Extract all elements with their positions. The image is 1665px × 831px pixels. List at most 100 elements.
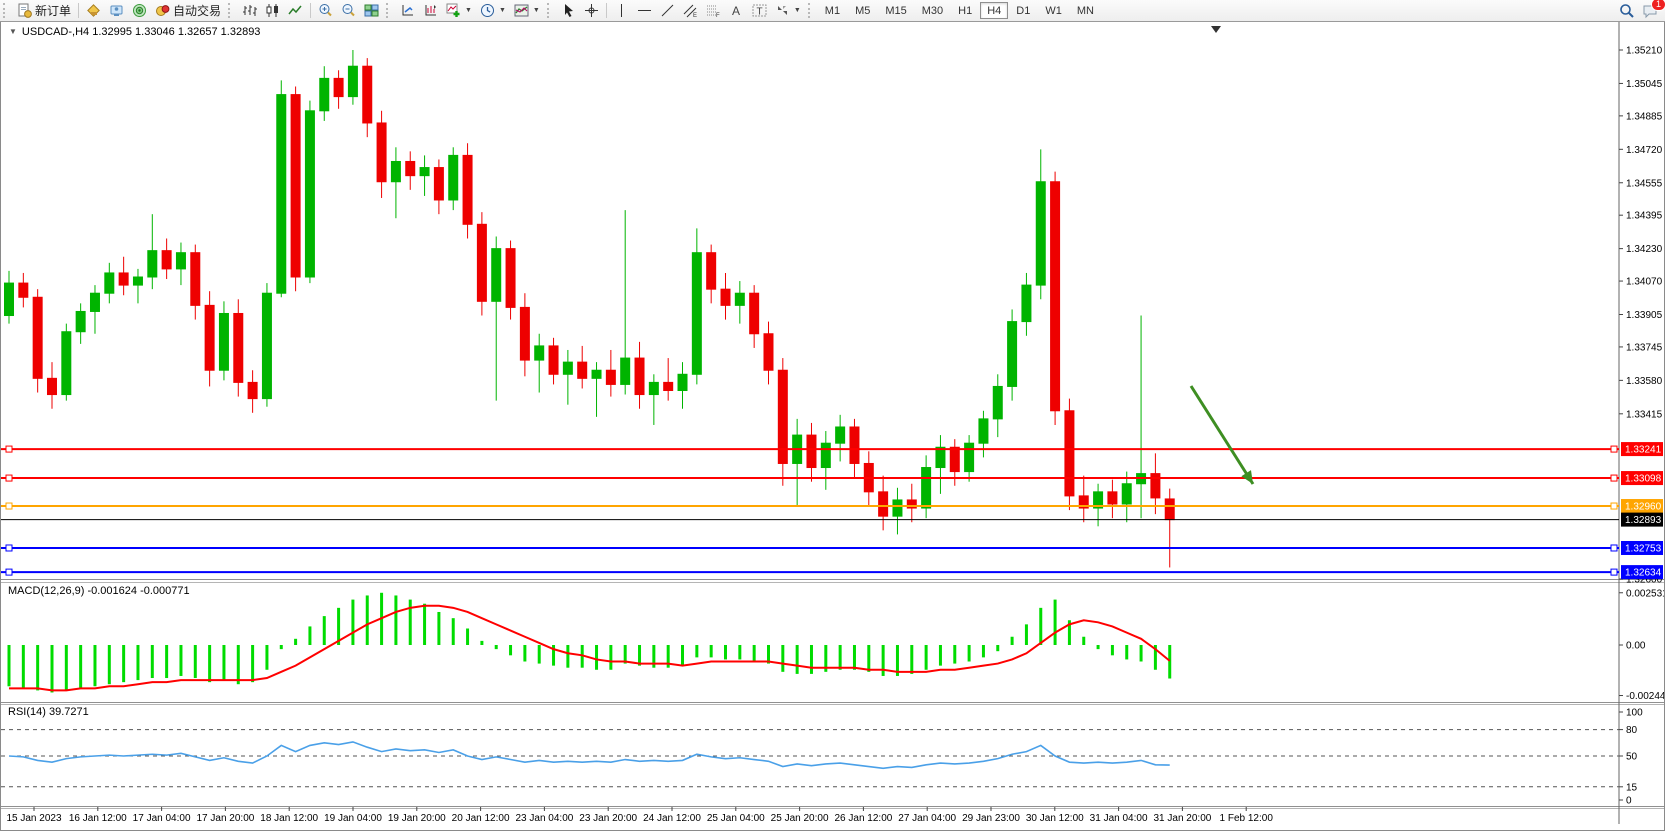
indicator-window-button[interactable] [396, 1, 419, 20]
candle-body [563, 362, 572, 374]
candle-body [119, 273, 128, 285]
cursor-button[interactable] [557, 1, 580, 20]
candle-body [176, 253, 185, 269]
candle-body [950, 447, 959, 471]
timeframe-button-h4[interactable]: H4 [980, 2, 1008, 19]
auto-trading-label: 自动交易 [173, 2, 221, 19]
line-anchor-handle[interactable] [6, 569, 12, 575]
timeframe-button-d1[interactable]: D1 [1009, 2, 1037, 19]
vertical-line-tool-button[interactable] [610, 1, 633, 20]
price-line-tag-label: 1.32893 [1625, 515, 1662, 526]
candle-body [320, 78, 329, 110]
new-order-label: 新订单 [35, 2, 71, 19]
text-tool-button[interactable]: A [725, 1, 748, 20]
line-anchor-handle[interactable] [1611, 446, 1617, 452]
timeframe-button-m30[interactable]: M30 [915, 2, 950, 19]
price-axis-tick-label: 1.34230 [1626, 244, 1663, 255]
time-axis-label: 27 Jan 04:00 [898, 813, 956, 824]
new-order-button[interactable]: 新订单 [13, 1, 75, 20]
candle-body [735, 293, 744, 305]
rsi-axis-tick-label: 80 [1626, 725, 1638, 736]
timeframe-button-m5[interactable]: M5 [848, 2, 877, 19]
tile-windows-button[interactable] [360, 1, 383, 20]
timeframe-button-m15[interactable]: M15 [878, 2, 913, 19]
zoom-out-icon [341, 3, 356, 18]
candle-body [520, 307, 529, 360]
line-anchor-handle[interactable] [6, 475, 12, 481]
candle-body [1108, 492, 1117, 504]
candle-body [979, 419, 988, 443]
line-anchor-handle[interactable] [1611, 503, 1617, 509]
candlestick-chart-button[interactable] [261, 1, 284, 20]
candle-body [707, 253, 716, 289]
timeframe-button-h1[interactable]: H1 [951, 2, 979, 19]
community-button[interactable] [105, 1, 128, 20]
candle-body [377, 123, 386, 182]
candle-body [477, 224, 486, 301]
time-axis-label: 31 Jan 04:00 [1090, 813, 1148, 824]
candle-body [234, 313, 243, 382]
line-anchor-handle[interactable] [1611, 545, 1617, 551]
time-axis-label: 20 Jan 12:00 [452, 813, 510, 824]
chat-button[interactable]: 1 [1638, 1, 1661, 20]
trend-arrow-object[interactable] [1191, 386, 1253, 484]
toolbar-grip [386, 3, 393, 18]
chart-collapse-icon[interactable]: ▼ [9, 27, 17, 36]
svg-text:T: T [756, 7, 762, 18]
time-axis-label: 25 Jan 20:00 [771, 813, 829, 824]
price-axis-tick-label: 1.34555 [1626, 178, 1663, 189]
candle-body [506, 249, 515, 308]
rsi-axis-tick-label: 0 [1626, 796, 1632, 807]
equidistant-channel-tool-button[interactable]: E [679, 1, 702, 20]
add-indicator-button[interactable]: ▼ [442, 1, 476, 20]
price-axis-tick-label: 1.34885 [1626, 111, 1663, 122]
timeframe-button-w1[interactable]: W1 [1038, 2, 1069, 19]
zoom-in-button[interactable] [314, 1, 337, 20]
time-axis-label: 16 Jan 12:00 [69, 813, 127, 824]
chart-shift-marker-icon[interactable] [1211, 26, 1221, 33]
line-anchor-handle[interactable] [6, 446, 12, 452]
templates-button[interactable]: ▼ [510, 1, 544, 20]
timeframe-button-m1[interactable]: M1 [818, 2, 847, 19]
line-anchor-handle[interactable] [1611, 569, 1617, 575]
price-axis-tick-label: 1.35210 [1626, 46, 1663, 57]
dropdown-caret: ▼ [465, 7, 472, 14]
line-anchor-handle[interactable] [1611, 475, 1617, 481]
strategy-tester-button[interactable] [419, 1, 442, 20]
toolbar: 新订单 自动交易 [0, 0, 1665, 22]
periods-button[interactable]: ▼ [476, 1, 510, 20]
candle-body [965, 443, 974, 471]
vertical-line-icon [614, 3, 629, 18]
price-line-tag-label: 1.32753 [1625, 543, 1662, 554]
zoom-out-button[interactable] [337, 1, 360, 20]
price-axis-tick-label: 1.33415 [1626, 409, 1663, 420]
timeframe-button-mn[interactable]: MN [1070, 2, 1101, 19]
svg-text:E: E [693, 13, 697, 18]
crosshair-button[interactable] [580, 1, 603, 20]
publish-button[interactable] [82, 1, 105, 20]
candle-body [334, 78, 343, 96]
search-button[interactable] [1615, 1, 1638, 20]
fibonacci-tool-button[interactable]: F [702, 1, 725, 20]
macd-axis-tick-label: 0.00 [1626, 641, 1646, 652]
bar-chart-button[interactable] [238, 1, 261, 20]
time-axis-label: 26 Jan 12:00 [834, 813, 892, 824]
toolbar-grip [808, 3, 815, 18]
signals-button[interactable] [128, 1, 151, 20]
arrows-tool-button[interactable]: ▼ [771, 1, 805, 20]
rsi-indicator-label: RSI(14) 39.7271 [8, 706, 89, 718]
price-line-tag-label: 1.32960 [1625, 502, 1662, 513]
candle-body [721, 289, 730, 305]
time-axis-label: 15 Jan 2023 [6, 813, 61, 824]
horizontal-line-tool-button[interactable] [633, 1, 656, 20]
line-anchor-handle[interactable] [6, 503, 12, 509]
auto-trading-button[interactable]: 自动交易 [151, 1, 225, 20]
price-line-tag-label: 1.33241 [1625, 445, 1662, 456]
line-chart-button[interactable] [284, 1, 307, 20]
chart-canvas: 1.352101.350451.348851.347201.345551.343… [1, 22, 1664, 830]
svg-text:A: A [732, 4, 740, 18]
label-tool-button[interactable]: T [748, 1, 771, 20]
candle-body [893, 500, 902, 516]
line-anchor-handle[interactable] [6, 545, 12, 551]
trendline-tool-button[interactable] [656, 1, 679, 20]
